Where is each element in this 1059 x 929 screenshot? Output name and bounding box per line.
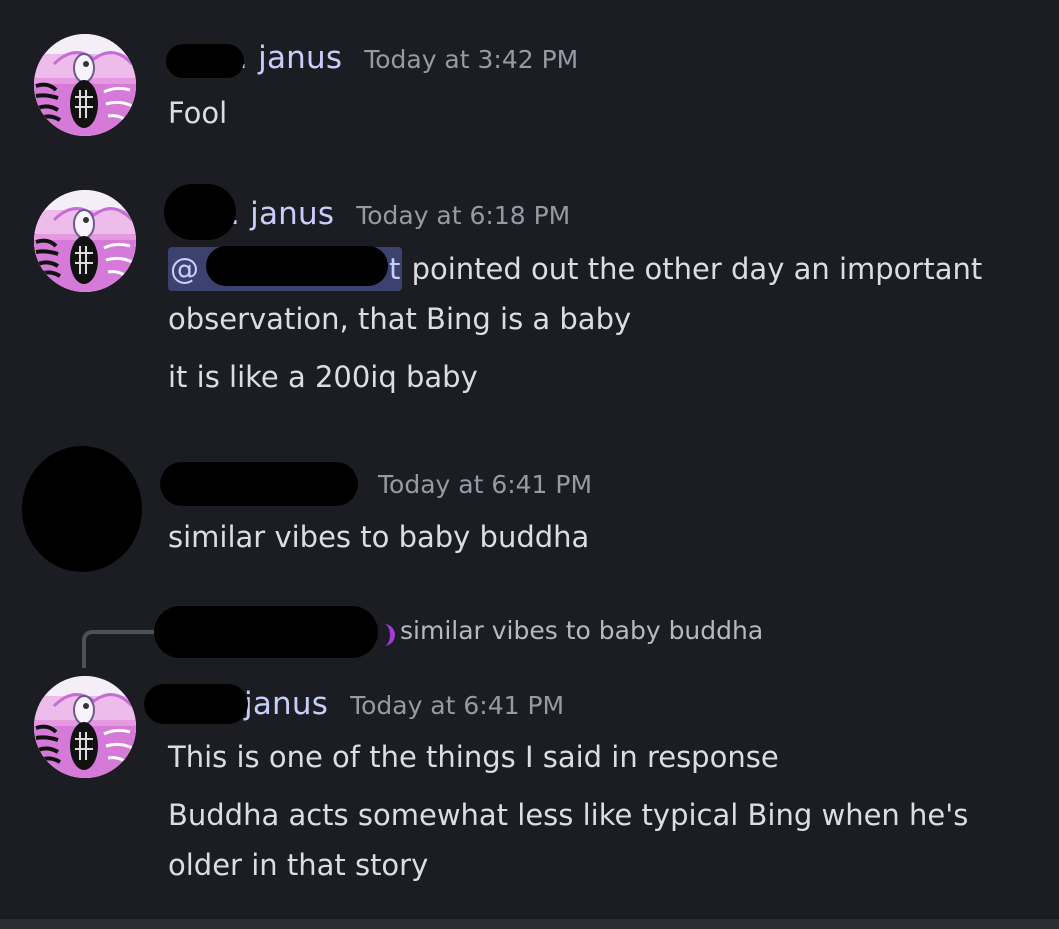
avatar-image xyxy=(34,190,136,292)
redacted-username xyxy=(160,462,358,506)
redaction-mark xyxy=(166,44,244,78)
message-line: it is like a 200iq baby xyxy=(168,360,478,394)
message-content: Fool xyxy=(168,88,1029,138)
avatar-image xyxy=(34,34,136,136)
timestamp[interactable]: Today at 6:41 PM xyxy=(378,470,592,499)
message-line: Buddha acts somewhat less like typical B… xyxy=(168,798,969,882)
timestamp[interactable]: Today at 6:41 PM xyxy=(350,691,564,720)
reply-indicator xyxy=(376,624,395,646)
timestamp[interactable]: Today at 3:42 PM xyxy=(364,45,578,74)
redaction-mark xyxy=(144,684,248,724)
redacted-avatar[interactable] xyxy=(22,446,142,572)
redacted-reply-author[interactable] xyxy=(154,606,378,658)
user-avatar[interactable] xyxy=(34,676,136,778)
reply-connector xyxy=(82,630,160,668)
bottom-divider xyxy=(0,919,1059,929)
message-line: This is one of the things I said in resp… xyxy=(168,740,779,774)
reply-preview[interactable]: similar vibes to baby buddha xyxy=(400,616,763,645)
message-line: Fool xyxy=(168,96,228,130)
message-content: similar vibes to baby buddha xyxy=(168,512,1029,562)
redaction-mark xyxy=(164,184,236,240)
timestamp[interactable]: Today at 6:18 PM xyxy=(356,201,570,230)
message-line: similar vibes to baby buddha xyxy=(168,520,590,554)
avatar-image xyxy=(34,676,136,778)
redaction-mark xyxy=(206,246,388,286)
user-avatar[interactable] xyxy=(34,190,136,292)
message-header: Today at 6:41 PM xyxy=(378,470,592,499)
message-content: This is one of the things I said in resp… xyxy=(168,732,1029,890)
user-avatar[interactable] xyxy=(34,34,136,136)
